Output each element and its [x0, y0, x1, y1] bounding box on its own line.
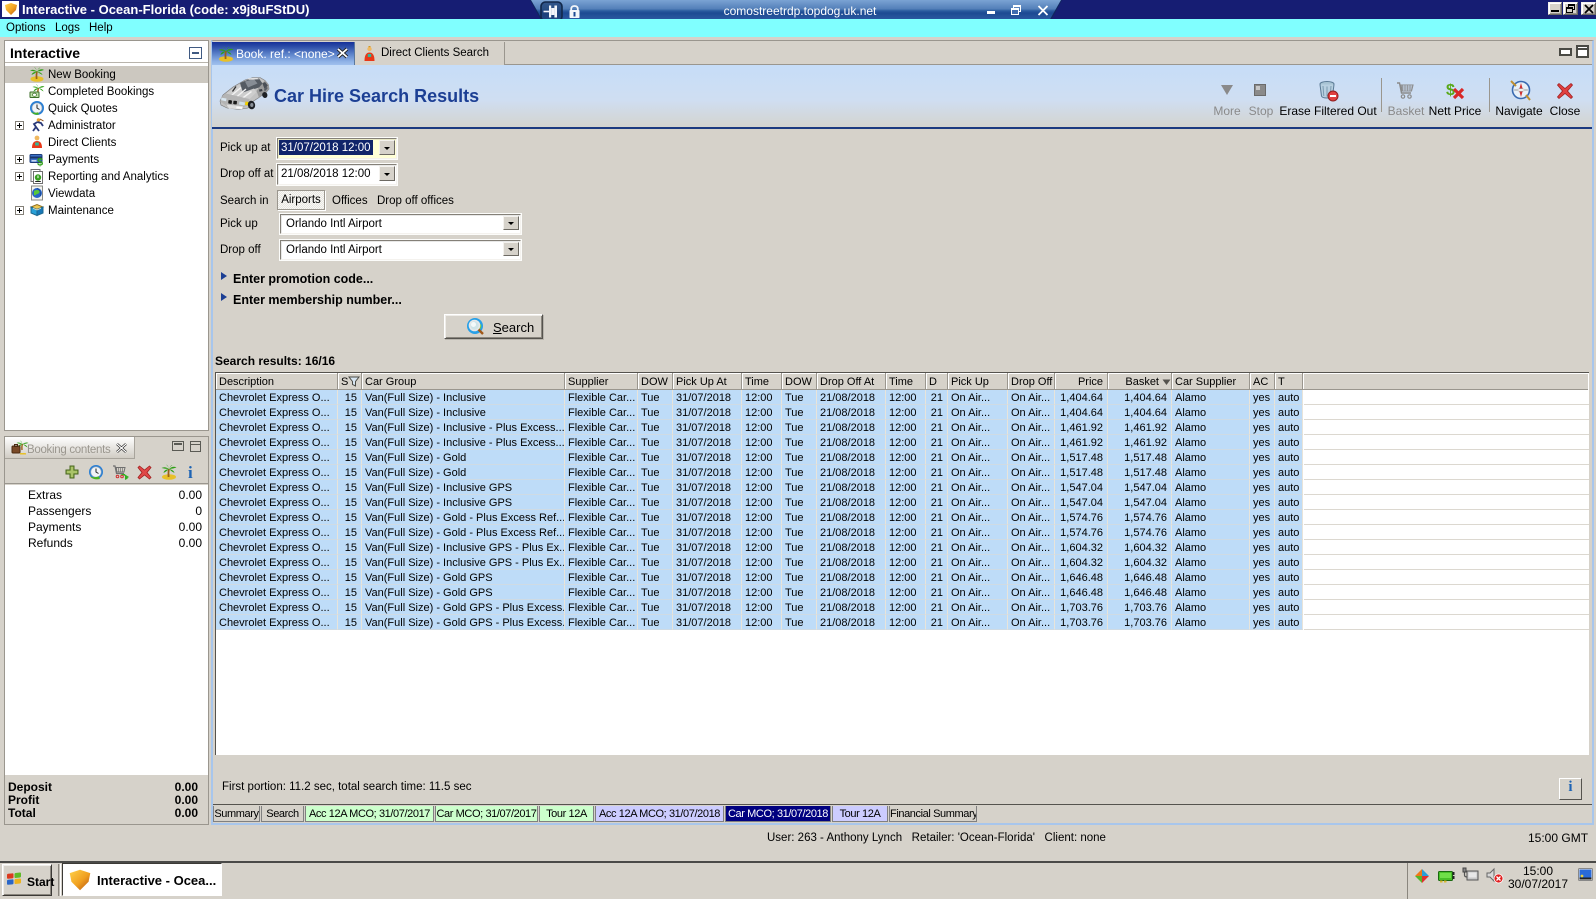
svg-text:$: $ — [37, 157, 43, 168]
